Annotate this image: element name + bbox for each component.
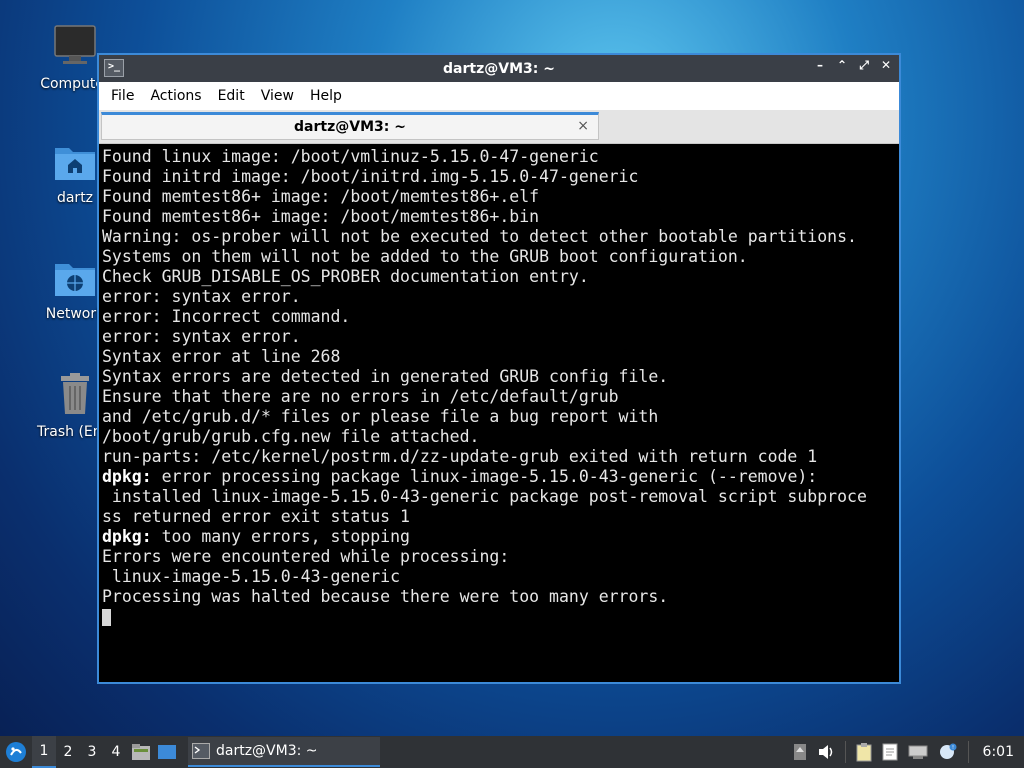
workspace-3[interactable]: 3 (80, 736, 104, 768)
lubuntu-logo-icon (6, 742, 26, 762)
terminal-line: dpkg: too many errors, stopping (102, 527, 899, 547)
terminal-line-text: error: syntax error. (102, 327, 301, 346)
file-manager-launcher[interactable] (128, 736, 154, 768)
terminal-line-text: and /etc/grub.d/* files or please file a… (102, 407, 659, 426)
terminal-line: Found initrd image: /boot/initrd.img-5.1… (102, 167, 899, 187)
maximize-button[interactable]: ⌃ (835, 58, 849, 73)
minimize-button[interactable]: – (813, 58, 827, 73)
terminal-line-text: error: Incorrect command. (102, 307, 351, 326)
terminal-line-text: Ensure that there are no errors in /etc/… (102, 387, 619, 406)
terminal-icon (192, 743, 210, 759)
terminal-line-text: run-parts: /etc/kernel/postrm.d/zz-updat… (102, 447, 818, 466)
terminal-tab[interactable]: dartz@VM3: ~ × (101, 112, 599, 140)
terminal-line-text: Syntax error at line 268 (102, 347, 341, 366)
terminal-line: Found memtest86+ image: /boot/memtest86+… (102, 187, 899, 207)
network-icon[interactable] (908, 744, 928, 760)
terminal-line-text: Processing was halted because there were… (102, 587, 669, 606)
terminal-line: error: Incorrect command. (102, 307, 899, 327)
terminal-line: Processing was halted because there were… (102, 587, 899, 607)
terminal-line-text: Found memtest86+ image: /boot/memtest86+… (102, 187, 540, 206)
terminal-line-text: Found initrd image: /boot/initrd.img-5.1… (102, 167, 639, 186)
clock[interactable]: 6:01 (979, 744, 1018, 760)
terminal-window: >_ dartz@VM3: ~ – ⌃ ⤢ ✕ File Actions Edi… (97, 53, 901, 684)
terminal-line-text: Found memtest86+ image: /boot/memtest86+… (102, 207, 540, 226)
terminal-line-text: error processing package linux-image-5.1… (151, 467, 818, 486)
terminal-line-text: Found linux image: /boot/vmlinuz-5.15.0-… (102, 147, 599, 166)
volume-icon[interactable] (817, 744, 835, 760)
terminal-line: Ensure that there are no errors in /etc/… (102, 387, 899, 407)
terminal-line-text: Syntax errors are detected in generated … (102, 367, 669, 386)
window-titlebar[interactable]: >_ dartz@VM3: ~ – ⌃ ⤢ ✕ (99, 55, 899, 82)
desktop-icon (158, 745, 176, 759)
system-tray: ! 6:01 (793, 736, 1024, 768)
terminal-line: Errors were encountered while processing… (102, 547, 899, 567)
terminal-line-prefix: dpkg: (102, 527, 152, 546)
terminal-line: /boot/grub/grub.cfg.new file attached. (102, 427, 899, 447)
app-menu-button[interactable] (0, 736, 32, 768)
menu-file[interactable]: File (103, 88, 142, 104)
terminal-line-text: Warning: os-prober will not be executed … (102, 227, 857, 246)
tab-close-icon[interactable]: × (577, 118, 589, 134)
terminal-line: run-parts: /etc/kernel/postrm.d/zz-updat… (102, 447, 899, 467)
task-label: dartz@VM3: ~ (216, 743, 318, 759)
terminal-line-text: installed linux-image-5.15.0-43-generic … (102, 487, 867, 506)
terminal-line: dpkg: error processing package linux-ima… (102, 467, 899, 487)
terminal-line: linux-image-5.15.0-43-generic (102, 567, 899, 587)
terminal-line: error: syntax error. (102, 327, 899, 347)
terminal-line: ss returned error exit status 1 (102, 507, 899, 527)
terminal-line-text: Errors were encountered while processing… (102, 547, 510, 566)
terminal-line: Found linux image: /boot/vmlinuz-5.15.0-… (102, 147, 899, 167)
folder-icon (132, 744, 150, 760)
terminal-cursor (102, 609, 111, 626)
terminal-line: and /etc/grub.d/* files or please file a… (102, 407, 899, 427)
terminal-line: Syntax errors are detected in generated … (102, 367, 899, 387)
clipboard-icon[interactable] (856, 742, 872, 762)
menu-actions[interactable]: Actions (142, 88, 209, 104)
taskbar-task-terminal[interactable]: dartz@VM3: ~ (188, 737, 380, 767)
workspace-1[interactable]: 1 (32, 736, 56, 768)
workspace-4[interactable]: 4 (104, 736, 128, 768)
close-button[interactable]: ✕ (879, 58, 893, 73)
menu-edit[interactable]: Edit (210, 88, 253, 104)
terminal-output[interactable]: Found linux image: /boot/vmlinuz-5.15.0-… (99, 144, 899, 682)
terminal-line-text: ss returned error exit status 1 (102, 507, 410, 526)
terminal-prompt-line[interactable] (102, 607, 899, 627)
terminal-line-text: too many errors, stopping (151, 527, 410, 546)
terminal-line: Check GRUB_DISABLE_OS_PROBER documentati… (102, 267, 899, 287)
workspace-2[interactable]: 2 (56, 736, 80, 768)
terminal-line-text: linux-image-5.15.0-43-generic (102, 567, 401, 586)
menu-help[interactable]: Help (302, 88, 350, 104)
tab-label: dartz@VM3: ~ (294, 119, 406, 135)
updates-icon[interactable] (793, 743, 807, 761)
menu-view[interactable]: View (253, 88, 302, 104)
tab-bar: dartz@VM3: ~ × (99, 110, 899, 144)
notes-icon[interactable] (882, 743, 898, 761)
window-title: dartz@VM3: ~ (443, 60, 555, 77)
terminal-line: Systems on them will not be added to the… (102, 247, 899, 267)
terminal-line: Warning: os-prober will not be executed … (102, 227, 899, 247)
notification-icon[interactable]: ! (938, 743, 958, 761)
terminal-line: error: syntax error. (102, 287, 899, 307)
terminal-line-text: error: syntax error. (102, 287, 301, 306)
menubar: File Actions Edit View Help (99, 82, 899, 110)
terminal-line-text: Check GRUB_DISABLE_OS_PROBER documentati… (102, 267, 589, 286)
terminal-line-prefix: dpkg: (102, 467, 152, 486)
terminal-line-text: /boot/grub/grub.cfg.new file attached. (102, 427, 480, 446)
taskbar: 1 2 3 4 dartz@VM3: ~ ! 6:01 (0, 736, 1024, 768)
terminal-line: installed linux-image-5.15.0-43-generic … (102, 487, 899, 507)
terminal-line: Syntax error at line 268 (102, 347, 899, 367)
svg-text:!: ! (952, 745, 954, 751)
restore-button[interactable]: ⤢ (857, 58, 871, 73)
terminal-app-icon[interactable]: >_ (104, 59, 124, 77)
show-desktop-button[interactable] (154, 736, 180, 768)
terminal-line: Found memtest86+ image: /boot/memtest86+… (102, 207, 899, 227)
terminal-line-text: Systems on them will not be added to the… (102, 247, 748, 266)
